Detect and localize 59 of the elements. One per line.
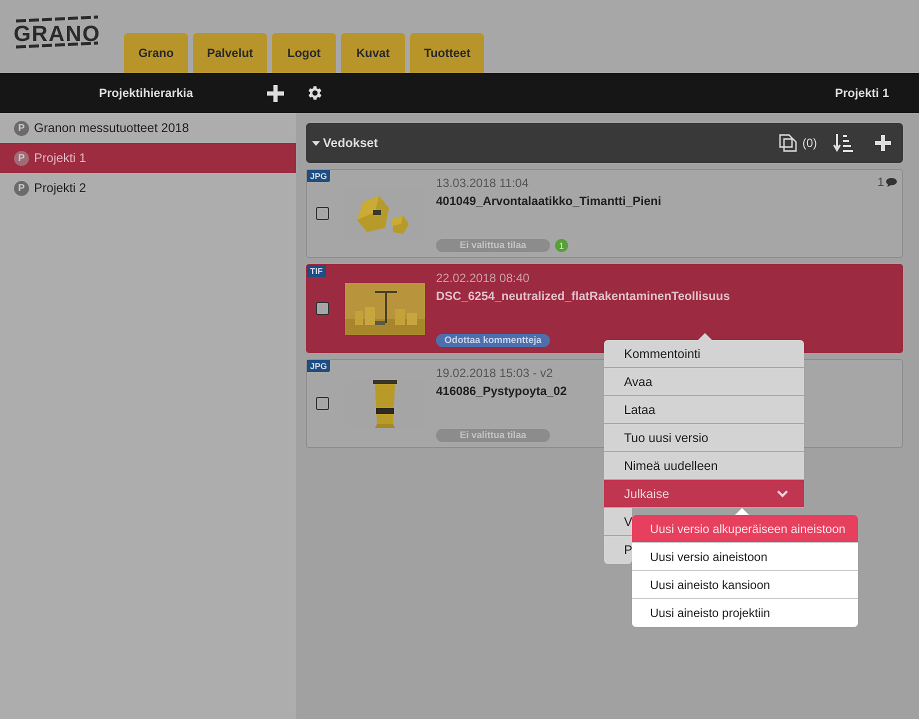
chevron-down-icon <box>777 490 788 498</box>
format-badge: JPG <box>307 360 330 372</box>
nav-tab[interactable]: Kuvat <box>341 33 406 73</box>
menu-item[interactable]: Tuo uusi versio <box>604 424 804 452</box>
nav-tab[interactable]: Grano <box>124 33 188 73</box>
submenu-item[interactable]: Uusi aineisto projektiin <box>632 599 858 627</box>
format-badge: JPG <box>307 170 330 182</box>
speech-bubble-icon <box>886 178 897 186</box>
project-badge: P <box>14 150 29 166</box>
format-badge: TIF <box>307 265 326 277</box>
date-text: 13.03.2018 11:04 <box>436 176 530 190</box>
submenu-item[interactable]: Uusi versio aineistoon <box>632 543 858 571</box>
logo: GRANO <box>14 15 100 49</box>
menu-pointer-icon <box>698 333 712 340</box>
date-text: 19.02.2018 15:03 - v2 <box>436 366 554 380</box>
menu-item[interactable]: P <box>604 536 632 564</box>
comment-count: 1 <box>877 175 884 189</box>
checkbox[interactable] <box>316 302 329 315</box>
compare-count: (0) <box>802 136 817 150</box>
nav-tab[interactable]: Palvelut <box>193 33 268 73</box>
project-badge: P <box>14 120 29 136</box>
add-icon[interactable] <box>267 84 284 102</box>
project-item[interactable]: P Projekti 1 <box>0 143 296 173</box>
submenu-item[interactable]: Uusi aineisto kansioon <box>632 571 858 599</box>
panel-title: Vedokset <box>323 136 378 150</box>
project-label: Projekti 1 <box>34 151 86 165</box>
file-name: DSC_6254_neutralized_flatRakentaminenTeollisuus <box>436 289 730 303</box>
menu-item-label: Tuo uusi versio <box>624 430 708 444</box>
status-pill[interactable]: Odottaa kommentteja <box>436 334 550 347</box>
menu-item-label: Nimeä uudelleen <box>624 458 718 472</box>
menu-item[interactable]: Lataa <box>604 396 804 424</box>
add-icon[interactable] <box>875 135 891 151</box>
collapse-caret-icon[interactable] <box>312 140 320 146</box>
project-label: Granon messutuotteet 2018 <box>34 121 189 135</box>
nav-tab[interactable]: Logot <box>272 33 336 73</box>
checkbox[interactable] <box>316 397 329 410</box>
project-item[interactable]: P Projekti 2 <box>0 173 296 203</box>
menu-pointer-icon <box>735 508 749 515</box>
project-badge: P <box>14 180 29 196</box>
checkbox[interactable] <box>316 207 329 220</box>
menu-item-label: Julkaise <box>624 486 670 500</box>
project-item[interactable]: P Granon messutuotteet 2018 <box>0 113 296 143</box>
menu-item-label: Lataa <box>624 402 656 416</box>
menu-item[interactable]: Avaa <box>604 368 804 396</box>
copy-icon[interactable] <box>778 133 798 153</box>
settings-icon[interactable] <box>306 84 324 102</box>
menu-item[interactable]: Nimeä uudelleen <box>604 452 804 480</box>
section-title: Projektihierarkia <box>99 86 194 100</box>
menu-item-label: Avaa <box>624 374 652 388</box>
nav-tab[interactable]: Tuotteet <box>410 33 484 73</box>
sort-icon[interactable] <box>833 133 853 153</box>
file-name: 401049_Arvontalaatikko_Timantti_Pieni <box>436 194 662 208</box>
date-text: 22.02.2018 08:40 <box>436 271 530 285</box>
project-label: Projekti 2 <box>34 181 86 195</box>
file-name: 416086_Pystypoyta_02 <box>436 384 567 398</box>
menu-item[interactable]: Julkaise <box>604 480 804 508</box>
menu-item-label: P <box>624 543 632 557</box>
count-badge: 1 <box>555 239 568 252</box>
current-project-title: Projekti 1 <box>834 86 889 100</box>
